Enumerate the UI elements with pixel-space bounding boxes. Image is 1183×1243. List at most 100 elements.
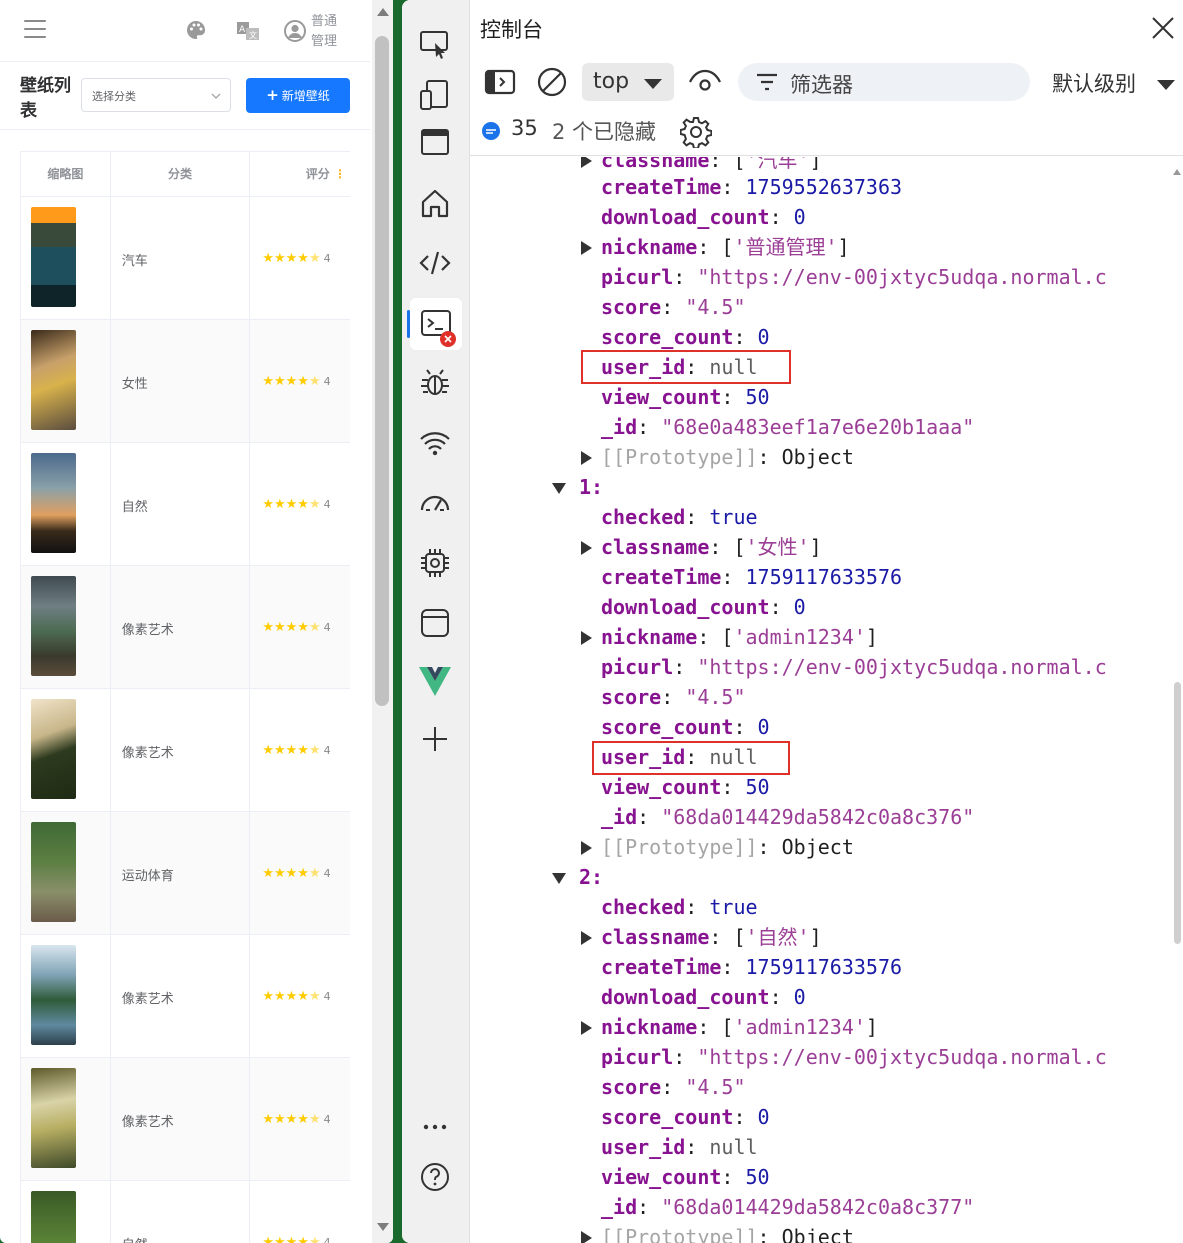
expand-triangle-icon[interactable] [581,451,592,465]
console-line-prototype-0[interactable]: [[Prototype]]: Object [581,442,854,472]
category-select[interactable]: 选择分类 [81,78,231,112]
add-tool-plus-icon[interactable] [418,722,452,756]
expand-triangle-icon[interactable] [581,541,592,555]
console-line-prototype-2[interactable]: [[Prototype]]: Object [581,1222,854,1243]
log-level-caret-icon[interactable] [1157,80,1175,90]
star-icon: ★ [273,374,286,389]
value[interactable]: "https://env-00jxtyc5udqa.normal.c [697,1045,1106,1069]
wallpaper-thumbnail[interactable] [31,1068,76,1168]
console-settings-gear-icon[interactable] [680,116,712,148]
scrollbar-thumb[interactable] [375,36,389,706]
live-expression-eye-icon[interactable] [688,68,722,96]
application-panel-icon[interactable] [418,606,452,640]
score-overflow: 4 [323,990,331,1003]
category-label: 像素艺术 [121,623,174,638]
elements-code-icon[interactable] [418,246,452,280]
wallpaper-thumbnail[interactable] [31,453,76,553]
expand-triangle-icon[interactable] [581,1231,592,1243]
console-line-id-0: _id: "68e0a483eef1a7e6e20b1aaa" [601,415,975,439]
wallpaper-thumbnail[interactable] [31,822,76,922]
toggle-sidebar-icon[interactable] [484,68,516,96]
table-row[interactable]: 运动体育 ★★★★★ 4 [21,812,350,935]
console-line-classname-2[interactable]: classname: ['自然'] [581,922,822,952]
hidden-count[interactable]: 2 个已隐藏 [552,116,656,146]
wallpaper-thumbnail[interactable] [31,576,76,676]
table-row[interactable]: 像素艺术 ★★★★★ 4 [21,1058,350,1181]
messages-bubble-icon[interactable] [481,121,501,141]
expand-triangle-icon[interactable] [581,157,592,168]
table-row[interactable]: 女性 ★★★★★ 4 [21,320,350,443]
value: 0 [793,595,806,619]
user-name[interactable]: 普通管理 [311,12,341,52]
table-row[interactable]: 像素艺术 ★★★★★ 4 [21,566,350,689]
console-scrollbar[interactable] [1171,157,1183,1243]
close-icon[interactable] [1151,16,1175,40]
console-line-nickname-2[interactable]: nickname: ['admin1234'] [581,1012,878,1042]
console-line-nickname-0[interactable]: nickname: ['普通管理'] [581,232,850,262]
category-label: 女性 [121,377,148,392]
context-select[interactable]: top [582,63,674,101]
wallpaper-thumbnail[interactable] [31,699,76,799]
clear-console-icon[interactable] [536,66,568,98]
message-count[interactable]: 35 [511,116,538,140]
score-cell: ★★★★★ 4 [250,1181,350,1243]
key: nickname [601,625,698,649]
header-category[interactable]: 分类 [111,152,251,196]
bug-icon[interactable] [418,366,452,400]
console-line-createtime-1: createTime: 1759117633576 [601,565,903,589]
scroll-up-arrow-icon[interactable] [1173,169,1181,175]
scroll-down-arrow-icon[interactable] [377,1223,389,1231]
welcome-panel-icon[interactable] [418,125,452,159]
inspect-element-icon[interactable] [418,26,452,60]
wallpaper-thumbnail[interactable] [31,207,76,307]
vue-devtools-icon[interactable] [418,664,452,698]
table-row[interactable]: 自然★★★★★4 [21,443,350,566]
console-scrollbar-thumb[interactable] [1174,682,1181,944]
translate-icon[interactable]: A 文 [237,22,259,40]
expand-triangle-icon[interactable] [581,841,592,855]
sort-caret-icon[interactable]: ⋮ [334,167,346,181]
wallpaper-thumbnail[interactable] [31,945,76,1045]
app-scrollbar[interactable] [372,0,393,1243]
table-row[interactable]: 自然★★★★★4 [21,1181,350,1243]
value[interactable]: "https://env-00jxtyc5udqa.normal.c [697,655,1106,679]
user-avatar-icon[interactable] [284,20,306,42]
star-icon: ★ [297,743,309,758]
console-line-createtime-0: createTime: 1759552637363 [601,175,903,199]
memory-chip-icon[interactable] [418,546,452,580]
network-wifi-icon[interactable] [418,426,452,460]
filter-input[interactable]: 筛选器 [738,63,1030,101]
add-wallpaper-button[interactable]: + 新增壁纸 [246,78,350,113]
console-line-nickname-1[interactable]: nickname: ['admin1234'] [581,622,878,652]
expand-triangle-icon[interactable] [581,241,592,255]
expand-triangle-icon[interactable] [581,1021,592,1035]
collapse-triangle-icon[interactable] [552,483,566,494]
scroll-up-arrow-icon[interactable] [377,8,389,16]
help-icon[interactable] [418,1160,452,1194]
wallpaper-thumbnail[interactable] [31,330,76,430]
console-tab[interactable] [407,298,462,350]
key: download_count [601,985,770,1009]
header-thumbnail[interactable]: 缩略图 [21,152,111,196]
table-row[interactable]: 汽车 ★★★★★ 4 [21,197,350,320]
key: nickname [601,1015,698,1039]
console-line-prototype-1[interactable]: [[Prototype]]: Object [581,832,854,862]
more-tools-ellipsis-icon[interactable] [418,1110,452,1144]
value[interactable]: "https://env-00jxtyc5udqa.normal.c [697,265,1106,289]
console-line-classname-1[interactable]: classname: ['女性'] [581,532,822,562]
log-level-select[interactable]: 默认级别 [1052,68,1136,98]
collapse-triangle-icon[interactable] [552,873,566,884]
console-line-index-1[interactable]: 1: [552,472,603,502]
performance-gauge-icon[interactable] [418,486,452,520]
home-icon[interactable] [418,186,452,220]
header-score[interactable]: 评分 ⋮ [250,152,350,196]
palette-icon[interactable] [186,20,206,40]
hamburger-menu-icon[interactable] [24,20,46,38]
expand-triangle-icon[interactable] [581,631,592,645]
table-row[interactable]: 像素艺术 ★★★★★ 4 [21,689,350,812]
expand-triangle-icon[interactable] [581,931,592,945]
console-line-index-2[interactable]: 2: [552,862,603,892]
device-emulation-icon[interactable] [418,78,452,112]
wallpaper-thumbnail[interactable] [31,1191,76,1243]
table-row[interactable]: 像素艺术 ★★★★★ 4 [21,935,350,1058]
